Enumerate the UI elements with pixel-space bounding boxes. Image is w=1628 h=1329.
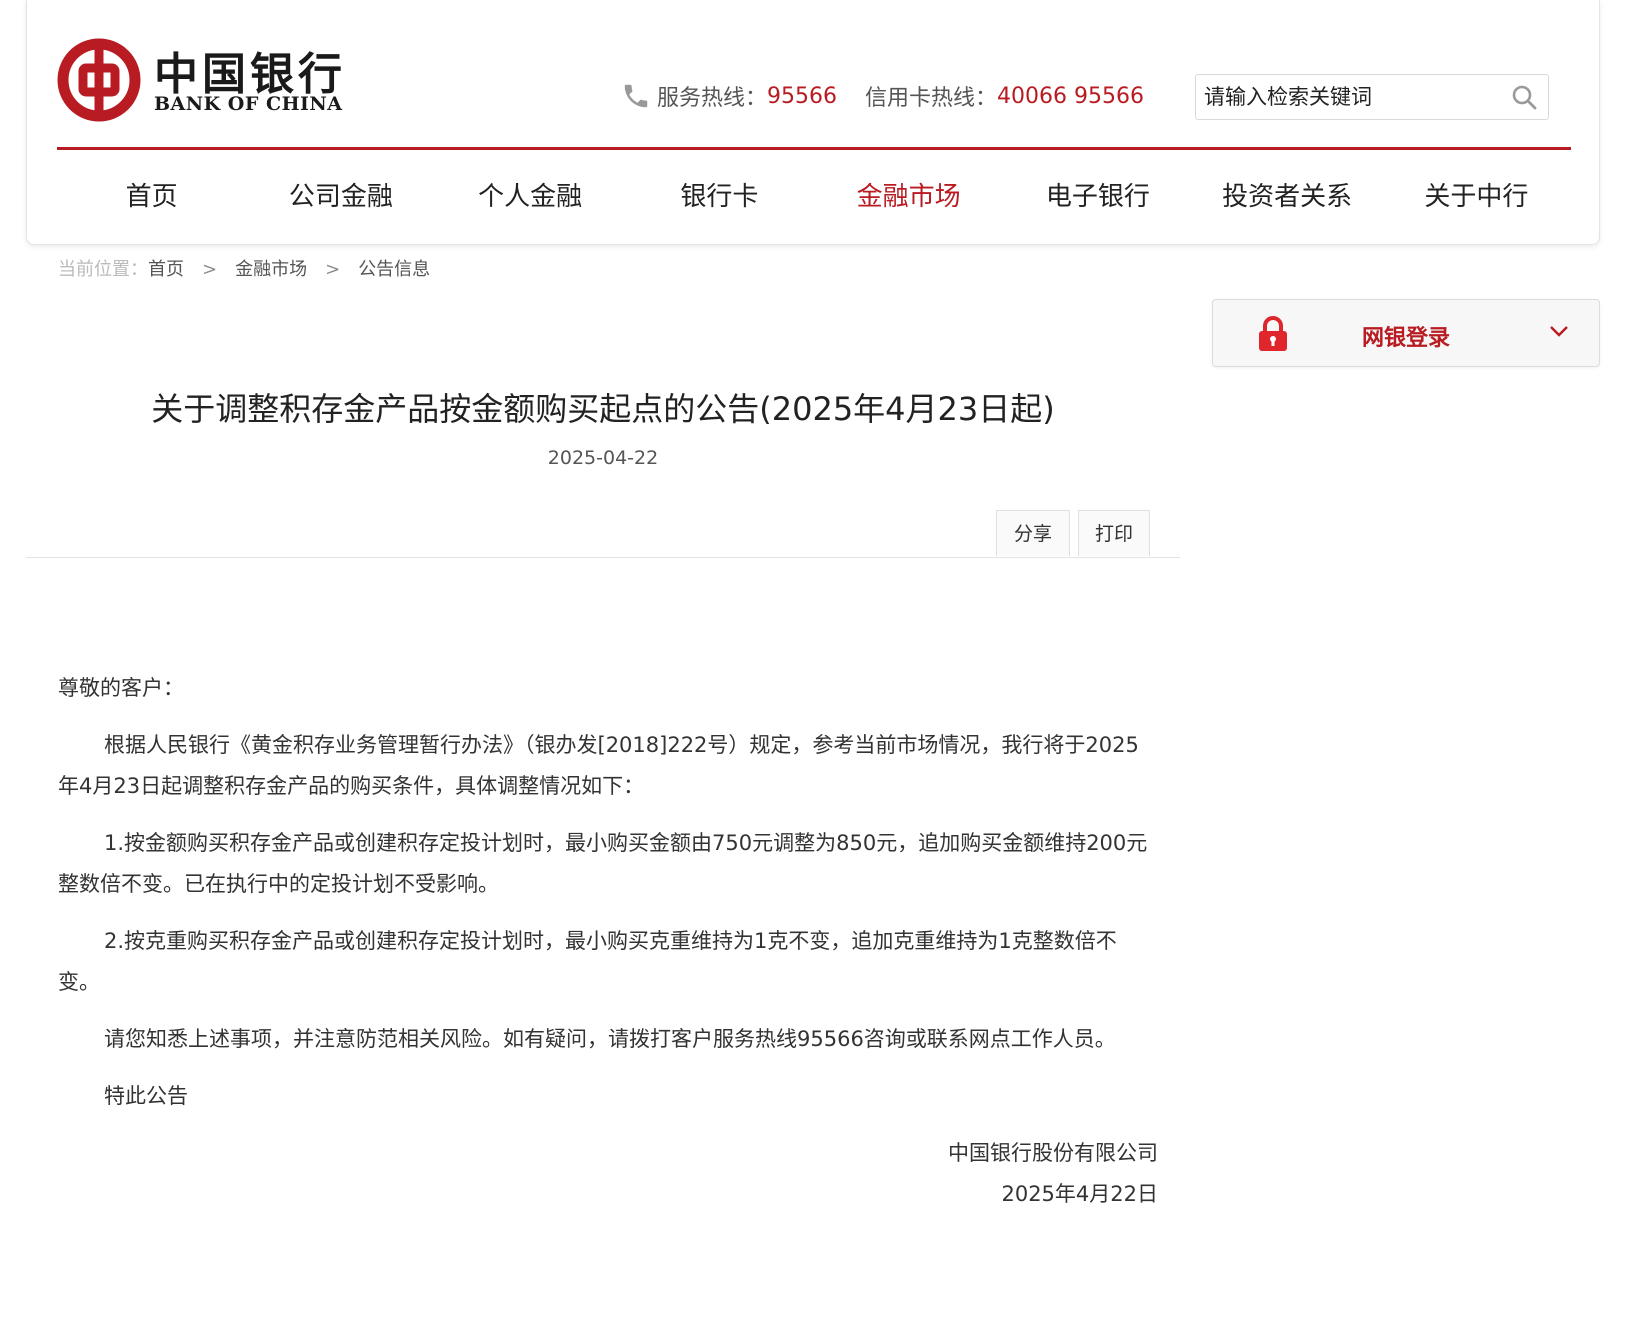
nav-item-corporate[interactable]: 公司金融: [246, 150, 435, 245]
nav-item-ebanking[interactable]: 电子银行: [1003, 150, 1192, 245]
paragraph: 请您知悉上述事项，并注意防范相关风险。如有疑问，请拨打客户服务热线95566咨询…: [104, 1027, 1116, 1051]
print-button[interactable]: 打印: [1078, 510, 1150, 556]
nav-item-personal[interactable]: 个人金融: [436, 150, 625, 245]
breadcrumb-item-home[interactable]: 首页: [148, 259, 184, 280]
paragraph: 2.按克重购买积存金产品或创建积存定投计划时，最小购买克重维持为1克不变，追加克…: [58, 929, 1117, 994]
card-hotline-label: 信用卡热线：: [865, 86, 998, 111]
search-input[interactable]: [1204, 81, 1504, 113]
search-box: [1195, 74, 1549, 120]
online-banking-login[interactable]: 网银登录: [1212, 299, 1600, 367]
nav-item-home[interactable]: 首页: [57, 150, 246, 245]
share-button[interactable]: 分享: [996, 510, 1070, 556]
card-hotline-number: 40066 95566: [997, 83, 1144, 109]
hotlines: 服务热线： 95566 信用卡热线： 40066 95566: [621, 80, 1144, 112]
main-nav: 首页 公司金融 个人金融 银行卡 金融市场 电子银行 投资者关系 关于中行: [57, 150, 1571, 245]
breadcrumb-label: 当前位置：: [58, 259, 148, 280]
bank-logo[interactable]: 中国银行 BANK OF CHINA: [57, 38, 357, 122]
hotline-number: 95566: [767, 83, 838, 109]
boc-emblem-icon: [57, 38, 141, 122]
hotline-label: 服务热线：: [657, 86, 768, 111]
site-header: 中国银行 BANK OF CHINA 服务热线： 95566 信用卡热线： 40…: [26, 0, 1600, 245]
signature: 中国银行股份有限公司: [948, 1141, 1158, 1165]
content-divider: [26, 557, 1180, 558]
article-date: 2025-04-22: [547, 447, 659, 469]
article-title: 关于调整积存金产品按金额购买起点的公告(2025年4月23日起): [151, 390, 1055, 428]
article-body: 尊敬的客户： 根据人民银行《黄金积存业务管理暂行办法》（银办发[2018]222…: [58, 668, 1158, 1215]
paragraph: 特此公告: [104, 1084, 188, 1108]
nav-item-cards[interactable]: 银行卡: [625, 150, 814, 245]
paragraph: 根据人民银行《黄金积存业务管理暂行办法》（银办发[2018]222号）规定，参考…: [58, 733, 1139, 798]
breadcrumb-separator: >: [202, 259, 218, 280]
paragraph: 1.按金额购买积存金产品或创建积存定投计划时，最小购买金额由750元调整为850…: [58, 831, 1148, 896]
login-label: 网银登录: [1361, 326, 1450, 351]
greeting: 尊敬的客户：: [58, 676, 184, 700]
breadcrumb-item-notices[interactable]: 公告信息: [358, 259, 430, 280]
breadcrumb-item-markets[interactable]: 金融市场: [235, 259, 307, 280]
logo-text-en: BANK OF CHINA: [154, 93, 343, 115]
sign-date: 2025年4月22日: [1001, 1182, 1158, 1206]
nav-item-about[interactable]: 关于中行: [1382, 150, 1571, 245]
search-icon[interactable]: [1510, 83, 1538, 111]
breadcrumb-separator: >: [325, 259, 341, 280]
phone-icon: [624, 84, 648, 108]
nav-item-markets[interactable]: 金融市场: [814, 150, 1003, 245]
nav-item-investor[interactable]: 投资者关系: [1193, 150, 1382, 245]
breadcrumb: 当前位置：首页 > 金融市场 > 公告信息: [58, 255, 430, 281]
chevron-down-icon: [1550, 326, 1568, 337]
